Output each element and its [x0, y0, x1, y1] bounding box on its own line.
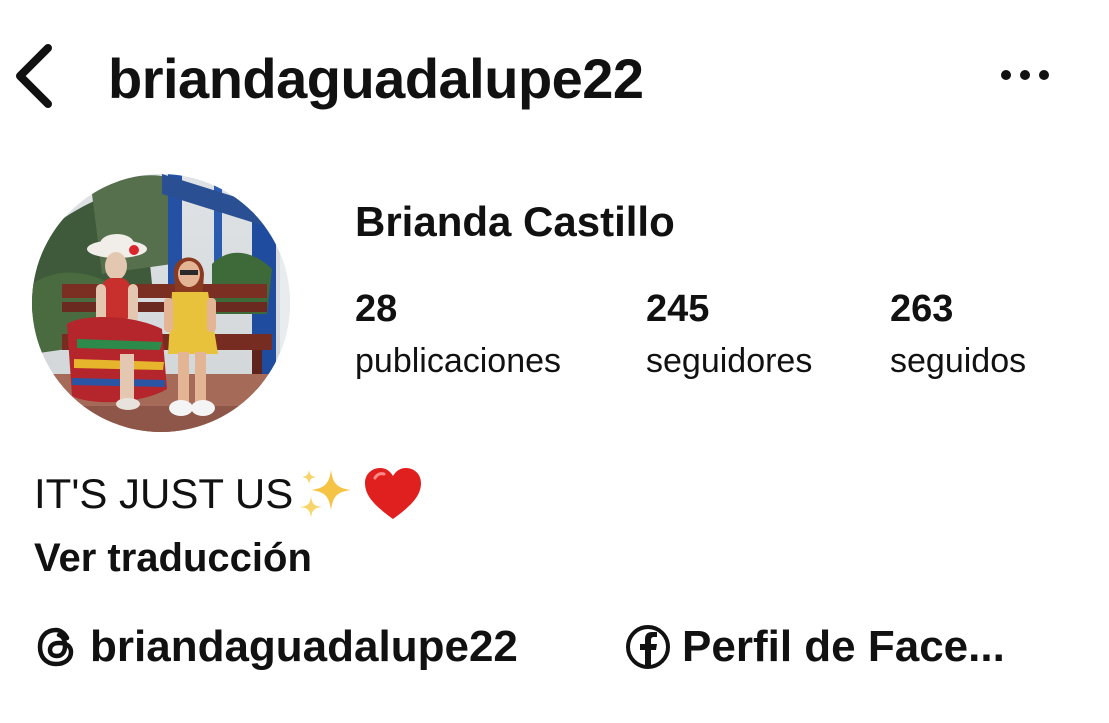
threads-icon [37, 627, 74, 667]
header-username: briandaguadalupe22 [108, 47, 644, 110]
stat-following-label: seguidos [890, 342, 1027, 380]
threads-link-label: briandaguadalupe22 [90, 622, 518, 671]
facebook-link-label: Perfil de Face... [682, 622, 1005, 671]
chevron-left-icon [16, 44, 52, 108]
back-button[interactable] [10, 40, 60, 110]
stat-posts[interactable]: 28 publicaciones [355, 284, 561, 388]
avatar[interactable] [32, 174, 290, 432]
stat-posts-count: 28 [355, 288, 398, 330]
more-options-button[interactable] [996, 60, 1054, 90]
profile-photo [32, 174, 290, 432]
stat-followers-label: seguidores [646, 342, 813, 380]
stat-followers[interactable]: 245 seguidores [646, 284, 812, 388]
sparkles-emoji [300, 470, 352, 518]
stat-following-count: 263 [890, 288, 954, 330]
threads-link[interactable]: briandaguadalupe22 [34, 618, 518, 676]
facebook-icon [626, 625, 670, 669]
stat-followers-count: 245 [646, 288, 710, 330]
bio-text: IT'S JUST US [34, 470, 294, 517]
bio: IT'S JUST US [34, 466, 423, 522]
display-name: Brianda Castillo [355, 198, 675, 245]
stat-posts-label: publicaciones [355, 342, 562, 380]
more-horizontal-icon [1001, 70, 1049, 80]
facebook-link[interactable]: Perfil de Face... [624, 618, 1005, 676]
stat-following[interactable]: 263 seguidos [890, 284, 1026, 388]
red-heart-emoji [365, 468, 422, 519]
see-translation-link[interactable]: Ver traducción [34, 530, 312, 586]
